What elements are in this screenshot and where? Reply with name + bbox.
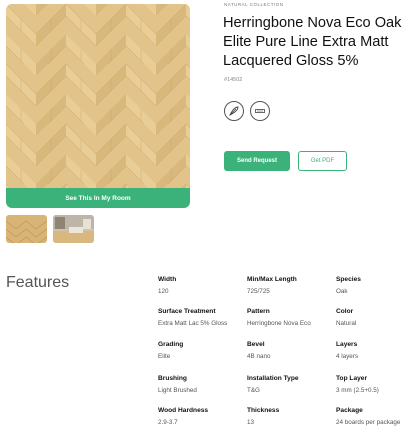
feature-value: 24 boards per package — [336, 419, 401, 426]
feature-layers: Layers 4 layers — [336, 340, 416, 361]
feature-value: 120 — [158, 288, 169, 295]
feature-label: Thickness — [247, 407, 280, 414]
feature-label: Installation Type — [247, 375, 299, 382]
feature-label: Bevel — [247, 341, 265, 348]
feature-installation-type: Installation Type T&G — [247, 374, 327, 395]
product-title: Herringbone Nova Eco Oak Elite Pure Line… — [223, 15, 402, 69]
feature-value: Oak — [336, 288, 348, 295]
feature-label: Width — [158, 276, 177, 283]
feature-label: Pattern — [247, 308, 270, 315]
feature-label: Species — [336, 276, 361, 283]
feature-label: Top Layer — [336, 375, 368, 382]
feature-value: Light Brushed — [158, 387, 197, 394]
feature-bevel: Bevel 4B nano — [247, 340, 327, 361]
product-main-image[interactable]: See This In My Room — [6, 4, 190, 208]
feature-value: T&G — [247, 387, 260, 394]
feature-label: Surface Treatment — [158, 308, 216, 315]
feature-length: Min/Max Length 725/725 — [247, 275, 327, 296]
plank-profile-icon — [250, 101, 270, 121]
feature-label: Layers — [336, 341, 358, 348]
feature-value: Extra Matt Lac 5% Gloss — [158, 320, 228, 327]
features-heading: Features — [6, 274, 70, 291]
feature-label: Wood Hardness — [158, 407, 209, 414]
feature-surface-treatment: Surface Treatment Extra Matt Lac 5% Glos… — [158, 307, 238, 328]
feature-thickness: Thickness 13 — [247, 406, 327, 427]
feature-width: Width 120 — [158, 275, 238, 296]
feature-value: 725/725 — [247, 288, 270, 295]
feature-label: Min/Max Length — [247, 276, 297, 283]
room-thumbnail-image — [53, 215, 94, 243]
feature-brushing: Brushing Light Brushed — [158, 374, 238, 395]
feature-label: Grading — [158, 341, 184, 348]
get-pdf-button[interactable]: Get PDF — [298, 151, 347, 171]
wood-species-icon — [224, 101, 244, 121]
collection-label: NATURAL COLLECTION — [224, 2, 284, 7]
herringbone-floor-image — [6, 4, 190, 208]
feature-value: Natural — [336, 320, 357, 327]
feature-value: 13 — [247, 419, 255, 426]
feature-color: Color Natural — [336, 307, 416, 328]
feature-label: Brushing — [158, 375, 187, 382]
feature-species: Species Oak — [336, 275, 416, 296]
feature-value: Herringbone Nova Eco — [247, 320, 311, 327]
floor-thumbnail-image — [6, 215, 47, 243]
feature-label: Color — [336, 308, 354, 315]
feature-wood-hardness: Wood Hardness 2.9-3.7 — [158, 406, 238, 427]
feature-top-layer: Top Layer 3 mm (2.5+0.5) — [336, 374, 416, 395]
feature-value: 2.9-3.7 — [158, 419, 178, 426]
feature-pattern: Pattern Herringbone Nova Eco — [247, 307, 327, 328]
feature-value: 4 layers — [336, 353, 359, 360]
feature-value: 3 mm (2.5+0.5) — [336, 387, 379, 394]
feature-value: 4B nano — [247, 353, 271, 360]
feature-value: Elite — [158, 353, 171, 360]
feature-package: Package 24 boards per package — [336, 406, 416, 427]
feature-grading: Grading Elite — [158, 340, 238, 361]
thumbnail-floor[interactable] — [6, 215, 47, 243]
thumbnail-room[interactable] — [53, 215, 94, 243]
product-sku: #14502 — [224, 77, 243, 83]
feature-label: Package — [336, 407, 363, 414]
see-in-room-button[interactable]: See This In My Room — [6, 188, 190, 208]
send-request-button[interactable]: Send Request — [224, 151, 290, 171]
